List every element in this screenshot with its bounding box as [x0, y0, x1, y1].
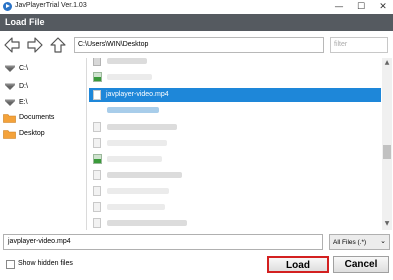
- file-type-select[interactable]: All Files (.*) ⌄: [329, 234, 390, 250]
- folder-icon: [3, 114, 16, 123]
- file-row[interactable]: [89, 168, 381, 182]
- dialog-header: Load File: [0, 14, 393, 31]
- redacted-filename: [107, 74, 152, 80]
- filter-input[interactable]: [330, 37, 388, 53]
- file-list-scrollbar[interactable]: ▲ ▼: [382, 58, 392, 230]
- image-file-icon: [93, 72, 102, 82]
- left-arrow-icon: [4, 37, 20, 53]
- file-row[interactable]: [89, 152, 381, 166]
- file-row[interactable]: [89, 103, 381, 117]
- window-title: JavPlayerTrial Ver.1.03: [15, 2, 87, 9]
- cancel-button[interactable]: Cancel: [333, 256, 389, 273]
- file-row[interactable]: [89, 70, 381, 84]
- up-arrow-icon: [50, 37, 66, 53]
- file-type-value: All Files (.*): [333, 239, 367, 246]
- redacted-filename: [107, 188, 169, 194]
- drive-icon: [5, 99, 15, 106]
- redacted-filename: [107, 172, 182, 178]
- file-icon: [93, 186, 101, 196]
- title-bar: JavPlayerTrial Ver.1.03 — ☐ ✕: [0, 0, 393, 14]
- close-button[interactable]: ✕: [376, 1, 390, 13]
- sidebar-item-label: D:\: [19, 83, 28, 90]
- redacted-filename: [107, 220, 187, 226]
- sidebar-item-desktop[interactable]: Desktop: [0, 127, 87, 142]
- file-row[interactable]: [89, 136, 381, 150]
- file-icon: [93, 122, 101, 132]
- file-icon: [93, 170, 101, 180]
- sidebar-item-e-drive[interactable]: E:\: [0, 96, 87, 111]
- file-row[interactable]: [89, 120, 381, 134]
- file-row-selected[interactable]: javplayer-video.mp4: [89, 88, 381, 102]
- image-file-icon: [93, 154, 102, 164]
- file-icon: [93, 58, 101, 66]
- load-button[interactable]: Load: [267, 256, 329, 273]
- sidebar-item-c-drive[interactable]: C:\: [0, 62, 87, 77]
- redacted-filename: [107, 58, 147, 64]
- redacted-filename: [107, 204, 165, 210]
- show-hidden-label: Show hidden files: [18, 260, 73, 267]
- maximize-button[interactable]: ☐: [354, 1, 368, 13]
- chevron-down-icon: ⌄: [380, 237, 386, 245]
- path-input[interactable]: C:\Users\WIN\Desktop: [74, 37, 324, 53]
- folder-icon: [3, 130, 16, 139]
- scroll-up-icon[interactable]: ▲: [383, 59, 391, 67]
- file-icon: [93, 218, 101, 228]
- scroll-down-icon[interactable]: ▼: [383, 220, 391, 228]
- file-row[interactable]: [89, 58, 381, 68]
- file-icon: [93, 202, 101, 212]
- dialog-title: Load File: [5, 17, 45, 27]
- scroll-thumb[interactable]: [383, 145, 391, 159]
- selected-filename: javplayer-video.mp4: [106, 91, 169, 98]
- up-button[interactable]: [49, 36, 67, 54]
- filename-input[interactable]: javplayer-video.mp4: [3, 234, 323, 250]
- minimize-button[interactable]: —: [332, 1, 346, 13]
- file-list: javplayer-video.mp4: [89, 58, 381, 230]
- forward-button[interactable]: [26, 36, 44, 54]
- redacted-filename: [107, 140, 167, 146]
- right-arrow-icon: [27, 37, 43, 53]
- app-icon: [3, 2, 12, 11]
- sidebar-item-label: C:\: [19, 65, 28, 72]
- file-row[interactable]: [89, 184, 381, 198]
- file-row[interactable]: [89, 216, 381, 230]
- redacted-filename: [107, 156, 162, 162]
- sidebar-item-label: Desktop: [19, 130, 45, 137]
- sidebar-item-documents[interactable]: Documents: [0, 111, 87, 126]
- video-file-icon: [93, 90, 101, 100]
- file-row[interactable]: [89, 200, 381, 214]
- sidebar-item-d-drive[interactable]: D:\: [0, 80, 87, 95]
- sidebar-item-label: E:\: [19, 99, 28, 106]
- redacted-filename: [107, 107, 159, 113]
- sidebar: C:\ D:\ E:\ Documents Desktop: [0, 58, 87, 230]
- file-icon: [93, 138, 101, 148]
- back-button[interactable]: [3, 36, 21, 54]
- sidebar-item-label: Documents: [19, 114, 55, 121]
- drive-icon: [5, 65, 15, 72]
- show-hidden-checkbox[interactable]: [6, 260, 15, 269]
- redacted-filename: [107, 124, 177, 130]
- drive-icon: [5, 83, 15, 90]
